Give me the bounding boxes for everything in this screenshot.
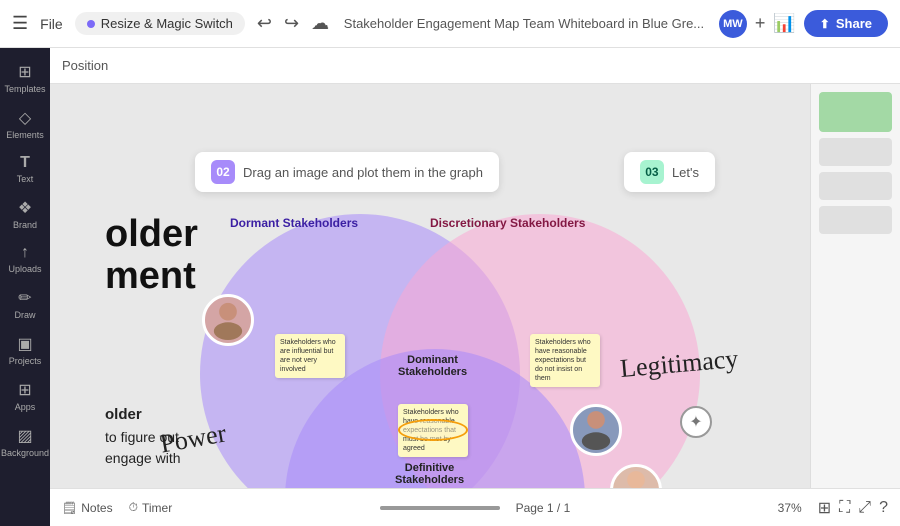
step03-card: 03 Let's <box>624 152 715 192</box>
swatch-1[interactable] <box>819 92 892 132</box>
venn-diagram: Dormant Stakeholders Discretionary Stake… <box>100 194 810 488</box>
analytics-icon[interactable]: 📊 <box>773 13 795 34</box>
power-cursive: Power <box>158 418 229 459</box>
bottom-icons: ⊞ ⛶ ⤢ ? <box>818 498 888 518</box>
dormant-label: Dormant Stakeholders <box>230 216 358 230</box>
timer-button[interactable]: ⏱ Timer <box>129 500 173 515</box>
sidebar-item-text[interactable]: T Text <box>0 148 50 190</box>
notes-icon: 🗒 <box>62 501 77 515</box>
sidebar-item-brand[interactable]: ❖ Brand <box>0 192 50 236</box>
resize-magic-switch-button[interactable]: Resize & Magic Switch <box>75 12 245 35</box>
help-button[interactable]: ✦ <box>680 406 712 438</box>
share-button[interactable]: ⬆ Share <box>804 10 888 37</box>
sidebar-item-label: Projects <box>9 356 42 366</box>
sidebar-item-apps[interactable]: ⊞ Apps <box>0 374 50 418</box>
dominant-label: Dominant Stakeholders <box>398 354 467 378</box>
templates-icon: ⊞ <box>18 62 31 82</box>
text-icon: T <box>20 154 30 172</box>
share-icon: ⬆ <box>820 17 830 31</box>
step02-text: Drag an image and plot them in the graph <box>243 165 483 180</box>
timer-icon: ⏱ <box>129 500 138 515</box>
draw-icon: ✏ <box>18 288 31 308</box>
topbar-right: MW + 📊 ⬆ Share <box>719 10 888 38</box>
sidebar-item-templates[interactable]: ⊞ Templates <box>0 56 50 100</box>
step02-card: 02 Drag an image and plot them in the gr… <box>195 152 499 192</box>
elements-icon: ◇ <box>19 108 31 128</box>
topbar: ☰ File Resize & Magic Switch ↩ ↪ ☁ Stake… <box>0 0 900 48</box>
grid-icon[interactable]: ⊞ <box>818 498 831 518</box>
oval-highlight <box>398 419 468 441</box>
sidebar-item-elements[interactable]: ◇ Elements <box>0 102 50 146</box>
bottom-bar: 🗒 Notes ⏱ Timer Page 1 / 1 37% ⊞ ⛶ ⤢ ? <box>50 488 900 526</box>
discretionary-label: Discretionary Stakeholders <box>430 216 585 230</box>
cloud-icon: ☁ <box>311 13 329 34</box>
sidebar-item-uploads[interactable]: ↑ Uploads <box>0 238 50 280</box>
sidebar-item-label: Draw <box>14 310 35 320</box>
person-img-3 <box>613 467 659 488</box>
background-icon: ▨ <box>17 426 32 446</box>
swatch-3[interactable] <box>819 172 892 200</box>
canvas-wrapper: older ment older to figure outengage wit… <box>50 84 900 488</box>
page-indicator <box>380 506 500 510</box>
projects-icon: ▣ <box>17 334 32 354</box>
sidebar-item-label: Background <box>1 448 49 458</box>
position-label: Position <box>62 58 108 73</box>
sticky-note-3: Stakeholders who have reasonable expecta… <box>530 334 600 387</box>
sidebar-item-label: Apps <box>15 402 36 412</box>
swatch-2[interactable] <box>819 138 892 166</box>
canvas-main[interactable]: older ment older to figure outengage wit… <box>50 84 810 488</box>
sidebar-item-label: Uploads <box>8 264 41 274</box>
definitive-label: Definitive Stakeholders <box>395 462 464 486</box>
add-collaborator-button[interactable]: + <box>755 13 766 34</box>
file-menu[interactable]: File <box>40 16 63 32</box>
person-img-1 <box>205 297 251 343</box>
apps-icon: ⊞ <box>18 380 31 400</box>
canvas-area: Position older ment older to figure oute… <box>50 48 900 526</box>
sidebar-item-background[interactable]: ▨ Background <box>0 420 50 464</box>
notes-button[interactable]: 🗒 Notes <box>62 501 113 515</box>
menu-icon[interactable]: ☰ <box>12 13 28 34</box>
document-title: Stakeholder Engagement Map Team Whiteboa… <box>341 16 707 31</box>
zoom-level: 37% <box>778 501 802 515</box>
sidebar-item-label: Text <box>17 174 34 184</box>
question-icon[interactable]: ? <box>879 499 888 517</box>
share-label: Share <box>836 16 872 31</box>
step02-num: 02 <box>211 160 235 184</box>
step03-num: 03 <box>640 160 664 184</box>
notes-label: Notes <box>81 501 112 515</box>
present-icon[interactable]: ⛶ <box>839 499 850 517</box>
person-img-2 <box>573 407 619 453</box>
step03-text: Let's <box>672 165 699 180</box>
fullscreen-icon[interactable]: ⤢ <box>858 499 871 517</box>
brand-icon: ❖ <box>18 198 32 218</box>
swatch-4[interactable] <box>819 206 892 234</box>
sticky-note-1: Stakeholders who are influential but are… <box>275 334 345 378</box>
redo-button[interactable]: ↪ <box>284 13 299 34</box>
resize-dot <box>87 20 95 28</box>
sidebar-item-draw[interactable]: ✏ Draw <box>0 282 50 326</box>
sidebar-item-label: Brand <box>13 220 37 230</box>
undo-button[interactable]: ↩ <box>257 13 272 34</box>
avatar[interactable]: MW <box>719 10 747 38</box>
resize-label: Resize & Magic Switch <box>101 16 233 31</box>
timer-label: Timer <box>142 501 172 515</box>
page-count: Page 1 / 1 <box>516 501 571 515</box>
avatar-2 <box>570 404 622 456</box>
page-indicator-fill <box>380 506 500 510</box>
uploads-icon: ↑ <box>21 244 29 262</box>
main-area: ⊞ Templates ◇ Elements T Text ❖ Brand ↑ … <box>0 48 900 526</box>
sidebar-item-label: Elements <box>6 130 44 140</box>
avatar-1 <box>202 294 254 346</box>
right-panel <box>810 84 900 488</box>
position-bar: Position <box>50 48 900 84</box>
sidebar: ⊞ Templates ◇ Elements T Text ❖ Brand ↑ … <box>0 48 50 526</box>
sidebar-item-projects[interactable]: ▣ Projects <box>0 328 50 372</box>
sidebar-item-label: Templates <box>4 84 45 94</box>
